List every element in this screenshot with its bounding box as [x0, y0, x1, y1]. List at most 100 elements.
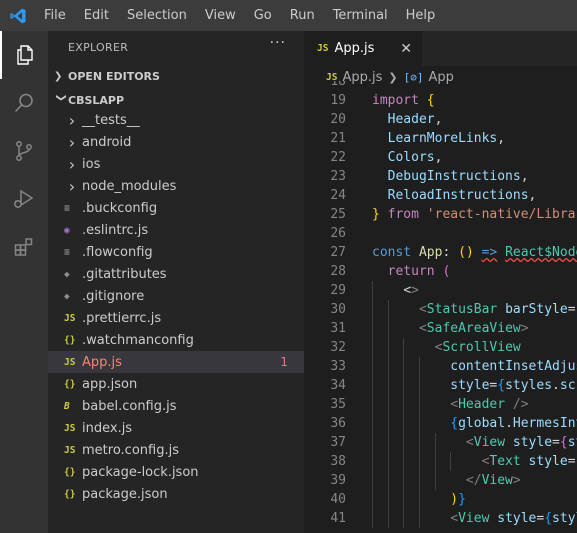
line-number: 36: [330, 416, 346, 431]
code-text: ReloadInstructions,: [387, 188, 537, 203]
code-text: DebugInstructions,: [387, 169, 529, 184]
line-number: 35: [330, 397, 346, 412]
file-name: babel.config.js: [82, 398, 177, 414]
explorer-icon[interactable]: [0, 31, 48, 79]
file-name: ios: [82, 156, 101, 172]
code-line[interactable]: 22 Colors,: [304, 148, 577, 167]
chevron-right-icon: ❯: [54, 70, 63, 82]
code-line[interactable]: 36 {global.HermesInternal == null ? null…: [304, 414, 577, 433]
code-text: {global.HermesInternal == null ? null : …: [450, 416, 577, 431]
file-item[interactable]: {} package.json: [48, 483, 304, 505]
file-name: App.js: [82, 354, 122, 370]
folder-item[interactable]: › ios: [48, 153, 304, 175]
code-line[interactable]: 34 style={styles.scrollView}>: [304, 376, 577, 395]
file-type-icon: JS: [64, 356, 76, 368]
code-line[interactable]: 39 </View>: [304, 471, 577, 490]
file-item[interactable]: {} app.json: [48, 373, 304, 395]
file-item[interactable]: ◉ .eslintrc.js: [48, 219, 304, 241]
source-control-icon[interactable]: [0, 127, 48, 175]
file-name: .eslintrc.js: [82, 222, 149, 238]
editor-area: JS App.js ✕ JS App.js ❯ [⊘] App 18 19 impo…: [304, 31, 577, 533]
file-item[interactable]: ◆ .gitignore: [48, 285, 304, 307]
js-file-icon: JS: [317, 43, 329, 54]
code-line[interactable]: 18: [304, 81, 577, 91]
menu-go[interactable]: Go: [245, 0, 281, 31]
file-item[interactable]: ◆ .gitattributes: [48, 263, 304, 285]
code-text: Colors,: [387, 150, 443, 165]
open-editors-section[interactable]: ❯ OPEN EDITORS: [48, 65, 304, 87]
file-item[interactable]: JS App.js 1: [48, 351, 304, 373]
code-line[interactable]: 25} from 'react-native/Libraries/NewAppS…: [304, 205, 577, 224]
run-debug-icon[interactable]: [0, 175, 48, 223]
line-number: 31: [330, 321, 346, 336]
line-number: 27: [330, 245, 346, 260]
file-type-icon: B: [64, 400, 70, 412]
file-item[interactable]: ≡ .flowconfig: [48, 241, 304, 263]
file-name: package-lock.json: [82, 464, 199, 480]
menu-run[interactable]: Run: [281, 0, 324, 31]
menu-bar: File Edit Selection View Go Run Terminal…: [0, 0, 577, 31]
search-icon[interactable]: [0, 79, 48, 127]
file-item[interactable]: ≡ .buckconfig: [48, 197, 304, 219]
code-view[interactable]: 18 19 import {20 Header, 21 LearnMoreLinks,…: [304, 81, 577, 533]
file-item[interactable]: {} package-lock.json: [48, 461, 304, 483]
line-number: 34: [330, 378, 346, 393]
code-line[interactable]: 19 import {: [304, 91, 577, 110]
menu-edit[interactable]: Edit: [75, 0, 118, 31]
code-line[interactable]: 23 DebugInstructions,: [304, 167, 577, 186]
code-line[interactable]: 24 ReloadInstructions,: [304, 186, 577, 205]
more-actions-icon[interactable]: ···: [270, 35, 286, 51]
line-number: 32: [330, 340, 346, 355]
section-label: OPEN EDITORS: [68, 69, 160, 83]
file-name: index.js: [82, 420, 133, 436]
file-item[interactable]: JS .prettierrc.js: [48, 307, 304, 329]
file-item[interactable]: Bbabel.config.js: [48, 395, 304, 417]
menu-help[interactable]: Help: [397, 0, 445, 31]
menu-view[interactable]: View: [196, 0, 245, 31]
code-line[interactable]: 20 Header,: [304, 110, 577, 129]
code-line[interactable]: 29 <>: [304, 281, 577, 300]
code-text: <View style={styles.engine}>: [465, 435, 577, 450]
code-line[interactable]: 30 <StatusBar barStyle="dark-content" />: [304, 300, 577, 319]
code-text: <StatusBar barStyle="dark-content" />: [418, 302, 577, 317]
code-line[interactable]: 40 )}: [304, 490, 577, 509]
folder-item[interactable]: › __tests__: [48, 109, 304, 131]
line-number: 29: [330, 283, 346, 298]
code-text: } from 'react-native/Libraries/NewAppScr…: [372, 207, 577, 222]
code-line[interactable]: 37 <View style={styles.engine}>: [304, 433, 577, 452]
code-line[interactable]: 26: [304, 224, 577, 243]
code-line[interactable]: 38 <Text style={styles.footer}>Engine: H…: [304, 452, 577, 471]
code-line[interactable]: 33 contentInsetAdjustmentBehavior="autom…: [304, 357, 577, 376]
line-number: 39: [330, 473, 346, 488]
close-icon[interactable]: ✕: [400, 41, 412, 57]
file-item[interactable]: JS metro.config.js: [48, 439, 304, 461]
code-line[interactable]: 35 <Header />: [304, 395, 577, 414]
code-line[interactable]: 31 <SafeAreaView>: [304, 319, 577, 338]
code-line[interactable]: 28 return (: [304, 262, 577, 281]
code-line[interactable]: 21 LearnMoreLinks,: [304, 129, 577, 148]
file-type-icon: JS: [64, 444, 76, 456]
code-line[interactable]: 32 <ScrollView: [304, 338, 577, 357]
menu-file[interactable]: File: [35, 0, 75, 31]
extensions-icon[interactable]: [0, 223, 48, 271]
code-line[interactable]: 41 <View style={styles.body}>: [304, 509, 577, 528]
code-line[interactable]: 27 const App: () => React$Node = () => {: [304, 243, 577, 262]
code-text: <SafeAreaView>: [418, 321, 529, 336]
folder-item[interactable]: › android: [48, 131, 304, 153]
code-text: <Text style={styles.footer}>Engine: Herm…: [481, 454, 577, 469]
code-text: contentInsetAdjustmentBehavior="automati…: [450, 359, 577, 374]
vscode-logo-icon: [0, 0, 35, 31]
file-type-icon: {}: [64, 488, 76, 500]
file-type-icon: JS: [64, 312, 76, 324]
line-number: 37: [330, 435, 346, 450]
project-section[interactable]: ❯ CBSLAPP: [48, 89, 304, 111]
tab-app-js[interactable]: JS App.js ✕: [304, 31, 422, 66]
folder-item[interactable]: › node_modules: [48, 175, 304, 197]
file-type-icon: {}: [64, 466, 76, 478]
file-name: .prettierrc.js: [82, 310, 162, 326]
file-item[interactable]: JS index.js: [48, 417, 304, 439]
menu-selection[interactable]: Selection: [118, 0, 196, 31]
file-name: app.json: [82, 376, 138, 392]
menu-terminal[interactable]: Terminal: [324, 0, 397, 31]
file-item[interactable]: {} .watchmanconfig: [48, 329, 304, 351]
